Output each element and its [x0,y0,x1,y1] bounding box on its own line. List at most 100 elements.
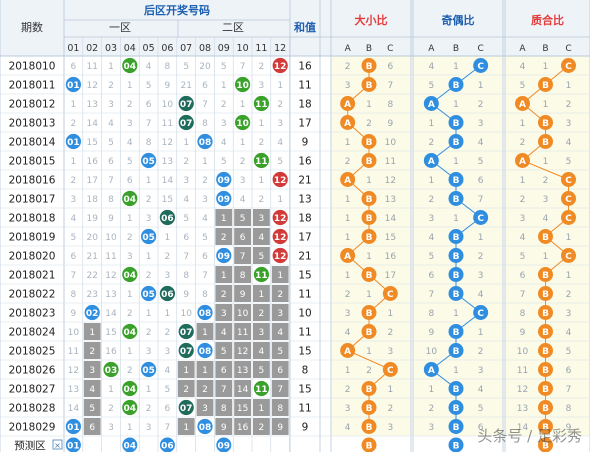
ratio-col-label: C [478,44,484,54]
ratio-omission: 3 [345,81,351,91]
draw-ball-label: 08 [199,309,212,319]
period-cell: 2018022 [9,289,56,301]
omission-value: 12 [68,366,79,376]
omission-value: 3 [221,119,227,129]
ratio-hit-label: B [542,271,549,281]
omission-value: 17 [86,176,97,186]
omission-value: 15 [237,404,248,414]
ratio-omission: 2 [366,366,372,376]
omission-value: 1 [277,81,283,91]
predict-ball-label: 06 [161,442,174,452]
draw-ball-label: 10 [236,81,249,91]
ratio-hit-label: C [565,176,572,186]
omission-value: 2 [146,271,152,281]
ratio-omission: 10 [517,347,529,357]
omission-value: 1 [127,214,133,224]
ratio-omission: 1 [453,309,459,319]
omission-value: 11 [237,328,248,338]
ratio-omission: 17 [385,271,396,281]
ratio-hit-label: B [542,404,549,414]
draw-ball-label: 08 [199,347,212,357]
period-cell: 2018028 [9,403,56,415]
ratio-hit-label: A [344,119,351,129]
omission-value: 2 [183,385,189,395]
omission-value: 1 [183,138,189,148]
ratio-omission: 1 [566,271,572,281]
draw-ball-label: 04 [124,195,137,205]
omission-value: 7 [108,176,114,186]
omission-value: 16 [86,157,98,167]
omission-value: 5 [165,385,171,395]
omission-value: 2 [259,138,265,148]
omission-value: 14 [86,119,98,129]
ratio-omission: 3 [566,119,572,129]
sum-cell: 13 [298,194,311,206]
omission-value: 3 [127,252,133,262]
prime-ratio-header: 质合比 [531,13,564,27]
ratio-omission: 1 [453,366,459,376]
omission-value: 11 [105,252,116,262]
omission-value: 1 [259,119,265,129]
omission-value: 8 [71,290,77,300]
sum-cell: 15 [298,384,311,396]
number-col-label: 07 [180,43,192,54]
omission-value: 2 [259,62,265,72]
omission-value: 3 [277,119,283,129]
omission-value: 1 [127,290,133,300]
omission-value: 1 [165,309,171,319]
sum-cell: 9 [302,137,309,149]
ratio-omission: 2 [366,119,372,129]
ratio-hit-label: B [453,252,460,262]
omission-value: 1 [146,309,152,319]
ratio-hit-label: C [387,366,394,376]
omission-value: 1 [221,214,227,224]
predict-ball-label: 01 [67,442,80,452]
ratio-omission: 4 [543,214,549,224]
omission-value: 15 [162,195,173,205]
ratio-omission: 2 [520,138,526,148]
ratio-hit-label: A [428,366,435,376]
ratio-omission: 2 [345,385,351,395]
sum-cell: 21 [298,251,311,263]
omission-value: 7 [277,385,283,395]
omission-value: 2 [259,195,265,205]
ratio-hit-label: B [366,81,373,91]
sum-cell: 11 [298,327,311,339]
omission-value: 6 [146,100,152,110]
omission-value: 10 [162,100,174,110]
ratio-hit-label: B [366,138,373,148]
omission-value: 13 [68,385,79,395]
ratio-omission: 6 [478,176,484,186]
sum-cell: 15 [298,270,311,282]
omission-value: 1 [108,385,114,395]
ratio-hit-label: B [542,347,549,357]
ratio-omission: 4 [428,62,434,72]
period-cell: 2018012 [9,99,56,111]
ratio-omission: 3 [520,214,526,224]
omission-value: 8 [183,271,189,281]
period-cell: 2018024 [9,327,56,339]
ratio-hit-label: B [453,423,460,433]
omission-value: 1 [146,252,152,262]
ratio-omission: 5 [520,252,526,262]
draw-ball-label: 05 [142,157,155,167]
draw-ball-label: 02 [86,309,99,319]
number-col-label: 06 [161,43,173,54]
ratio-omission: 9 [520,328,526,338]
ratio-hit-label: B [453,385,460,395]
omission-value: 2 [127,309,133,319]
omission-value: 3 [165,271,171,281]
period-cell: 2018026 [9,365,56,377]
omission-value: 1 [240,138,246,148]
draw-ball-label: 12 [274,214,287,224]
omission-value: 14 [68,404,80,414]
omission-value: 2 [259,309,265,319]
ratio-omission: 5 [428,252,434,262]
ratio-hit-label: B [366,328,373,338]
ratio-col-label: B [542,44,548,54]
omission-value: 13 [105,290,116,300]
ratio-omission: 13 [517,404,528,414]
omission-value: 6 [127,176,133,186]
sum-cell: 11 [298,289,311,301]
draw-ball-label: 03 [105,366,118,376]
